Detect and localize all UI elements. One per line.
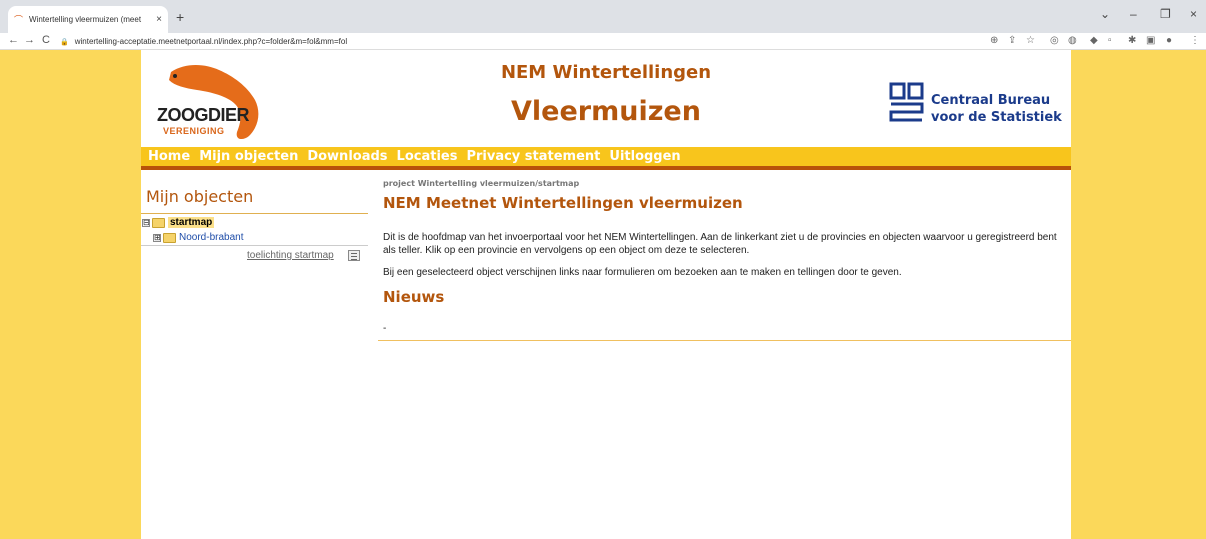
extension-icon[interactable]: ▫ xyxy=(1108,35,1112,46)
bookmark-star-icon[interactable]: ☆ xyxy=(1026,35,1035,46)
partner-line-1: Centraal Bureau xyxy=(931,93,1051,108)
reload-button[interactable]: C xyxy=(42,34,50,46)
site-favicon-icon: ⌒ xyxy=(14,14,24,25)
menu-kebab-icon[interactable]: ⋮ xyxy=(1190,35,1200,46)
note-icon[interactable] xyxy=(348,250,360,261)
folder-icon xyxy=(163,232,176,243)
page-title: NEM Meetnet Wintertellingen vleermuizen xyxy=(383,194,743,212)
sidebar-title: Mijn objecten xyxy=(146,187,254,206)
menu-locaties[interactable]: Locaties xyxy=(397,149,458,164)
menu-uitloggen[interactable]: Uitloggen xyxy=(609,149,680,164)
extension-icon[interactable]: ◍ xyxy=(1068,35,1077,46)
address-bar: ← → C 🔒 wintertelling-acceptatie.meetnet… xyxy=(0,33,1206,50)
zoom-icon[interactable]: ⊕ xyxy=(990,35,998,46)
intro-paragraph: Dit is de hoofdmap van het invoerportaal… xyxy=(383,232,1057,256)
extensions-puzzle-icon[interactable]: ✱ xyxy=(1128,35,1136,46)
news-item: - xyxy=(383,323,387,334)
tab-search-chevron-icon[interactable]: ⌄ xyxy=(1100,7,1110,21)
main-panel: project Wintertelling vleermuizen/startm… xyxy=(378,175,1071,475)
site-title: NEM Wintertellingen xyxy=(500,62,712,83)
new-tab-button[interactable]: + xyxy=(176,9,184,25)
sidebar-divider xyxy=(141,213,368,214)
extension-icon[interactable]: ◎ xyxy=(1050,35,1059,46)
share-icon[interactable]: ⇪ xyxy=(1008,35,1016,46)
help-link[interactable]: toelichting startmap xyxy=(247,250,334,261)
main-divider xyxy=(378,340,1071,341)
partner-line-2: voor de Statistiek xyxy=(931,110,1062,125)
minimize-button[interactable]: – xyxy=(1130,7,1137,21)
sidebar-divider xyxy=(141,245,368,246)
tab-close-icon[interactable]: × xyxy=(156,14,162,25)
sidebar: Mijn objecten ⊟ startmap ⊞ Noord-brabant… xyxy=(141,175,368,275)
profile-avatar-icon[interactable]: ● xyxy=(1166,35,1172,46)
tree-label[interactable]: startmap xyxy=(168,217,215,228)
tab-title: Wintertelling vleermuizen (meet xyxy=(29,15,142,24)
lock-icon: 🔒 xyxy=(60,38,69,46)
logo-subtext: VERENIGING xyxy=(163,126,225,136)
page-background: ZOOGDIER VERENIGING NEM Wintertellingen … xyxy=(0,50,1206,539)
url-text: wintertelling-acceptatie.meetnetportaal.… xyxy=(74,37,348,46)
site-subtitle: Vleermuizen xyxy=(511,96,701,127)
menu-home[interactable]: Home xyxy=(148,149,190,164)
cbs-logo-icon xyxy=(889,82,924,122)
side-panel-icon[interactable]: ▣ xyxy=(1146,35,1155,46)
extension-icon[interactable]: ◆ xyxy=(1090,35,1098,46)
info-paragraph: Bij een geselecteerd object verschijnen … xyxy=(383,267,902,278)
menu-mijn-objecten[interactable]: Mijn objecten xyxy=(199,149,298,164)
url-field[interactable]: 🔒 wintertelling-acceptatie.meetnetportaa… xyxy=(60,34,990,49)
main-menu: Home Mijn objecten Downloads Locaties Pr… xyxy=(141,147,1071,170)
restore-button[interactable]: ❐ xyxy=(1160,7,1171,21)
tree-item-noord-brabant[interactable]: ⊞ Noord-brabant xyxy=(153,232,243,243)
tree-item-startmap[interactable]: ⊟ startmap xyxy=(142,217,215,228)
browser-tab[interactable]: ⌒ Wintertelling vleermuizen (meet × xyxy=(8,6,168,33)
menu-privacy-statement[interactable]: Privacy statement xyxy=(466,149,600,164)
back-button[interactable]: ← xyxy=(8,34,19,46)
site-header: ZOOGDIER VERENIGING NEM Wintertellingen … xyxy=(141,50,1071,147)
expand-icon[interactable]: ⊞ xyxy=(153,233,161,242)
breadcrumb: project Wintertelling vleermuizen/startm… xyxy=(383,179,580,188)
news-heading: Nieuws xyxy=(383,288,445,306)
menu-downloads[interactable]: Downloads xyxy=(307,149,387,164)
tree-label[interactable]: Noord-brabant xyxy=(179,232,243,243)
content-area: ZOOGDIER VERENIGING NEM Wintertellingen … xyxy=(141,50,1071,539)
logo-wordmark: ZOOGDIER xyxy=(157,105,250,125)
close-window-button[interactable]: × xyxy=(1190,7,1197,21)
folder-open-icon xyxy=(152,217,165,228)
partner-name: Centraal Bureau voor de Statistiek xyxy=(931,92,1062,126)
browser-tabbar: ⌒ Wintertelling vleermuizen (meet × + ⌄ … xyxy=(0,0,1206,33)
forward-button[interactable]: → xyxy=(24,34,35,46)
collapse-icon[interactable]: ⊟ xyxy=(142,218,150,227)
